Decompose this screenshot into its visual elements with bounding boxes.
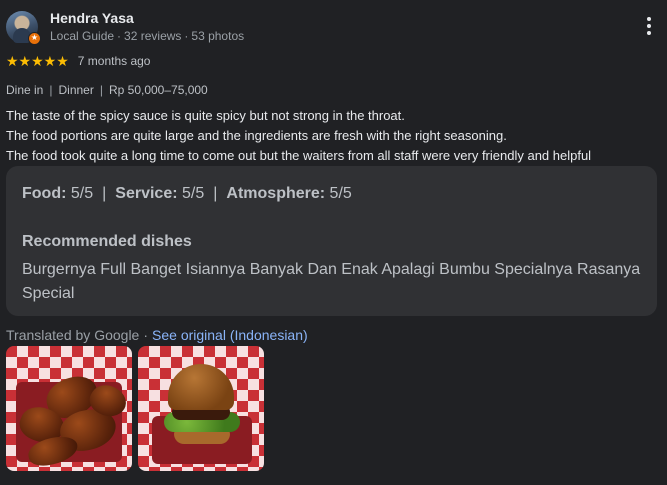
meta-separator: · — [184, 29, 189, 43]
attribute-ratings-card: Food: 5/5 | Service: 5/5 | Atmosphere: 5/5 R… — [6, 166, 657, 316]
review-rating: ★★★★★ 7 months ago — [6, 53, 150, 69]
author-info: Hendra Yasa Local Guide · 32 reviews · 53 ph… — [50, 10, 244, 44]
author-level: Local Guide — [50, 29, 115, 43]
rating-divider: | — [213, 185, 218, 202]
translation-dot: · — [143, 327, 149, 343]
visit-tags: Dine in | Dinner | Rp 50,000–75,000 — [6, 82, 208, 98]
translation-note: Translated by Google · See original (Indon… — [6, 326, 308, 344]
review-header: ★ Hendra Yasa Local Guide · 32 reviews · 53 … — [6, 10, 244, 45]
service-score: 5/5 — [182, 185, 205, 202]
star-rating-icon: ★★★★★ — [6, 53, 69, 69]
translated-label: Translated by Google — [6, 327, 140, 343]
attribute-ratings: Food: 5/5 | Service: 5/5 | Atmosphere: 5/5 — [22, 184, 641, 204]
review-line: The food portions are quite large and th… — [6, 128, 507, 143]
food-score: 5/5 — [70, 185, 94, 202]
atmosphere-score: 5/5 — [329, 185, 352, 202]
local-guide-badge-icon: ★ — [28, 32, 41, 45]
tag-divider: | — [49, 83, 53, 97]
review-photos — [6, 346, 264, 471]
more-options-icon[interactable] — [647, 17, 651, 35]
tag-service: Dine in — [6, 83, 44, 97]
recommended-dishes-text: Burgernya Full Banget Isiannya Banyak Da… — [22, 261, 641, 302]
review-line: The taste of the spicy sauce is quite sp… — [6, 108, 405, 123]
recommended-dishes-title: Recommended dishes — [22, 233, 192, 250]
burger-bottom-bun — [174, 430, 230, 444]
atmosphere-label: Atmosphere: — [226, 185, 326, 202]
tag-divider: | — [99, 83, 103, 97]
chicken-wings-photo[interactable] — [6, 346, 132, 471]
meta-separator: · — [117, 29, 122, 43]
avatar[interactable]: ★ — [6, 11, 41, 45]
review-item: ★ Hendra Yasa Local Guide · 32 reviews · 53 … — [0, 0, 667, 485]
burger-top-bun — [168, 364, 234, 410]
author-review-count: 32 reviews — [124, 29, 182, 43]
see-original-link[interactable]: See original (Indonesian) — [152, 327, 308, 343]
author-photo-count: 53 photos — [191, 29, 245, 43]
review-body: The taste of the spicy sauce is quite sp… — [6, 106, 661, 166]
author-name[interactable]: Hendra Yasa — [50, 10, 244, 27]
review-time: 7 months ago — [77, 54, 151, 68]
tag-price: Rp 50,000–75,000 — [108, 83, 208, 97]
service-label: Service: — [115, 185, 178, 202]
author-meta: Local Guide · 32 reviews · 53 photos — [50, 28, 244, 44]
food-label: Food: — [22, 185, 67, 202]
rating-divider: | — [102, 185, 107, 202]
burger-photo[interactable] — [138, 346, 264, 471]
review-line: The food took quite a long time to come … — [6, 148, 592, 163]
tag-meal: Dinner — [58, 83, 94, 97]
